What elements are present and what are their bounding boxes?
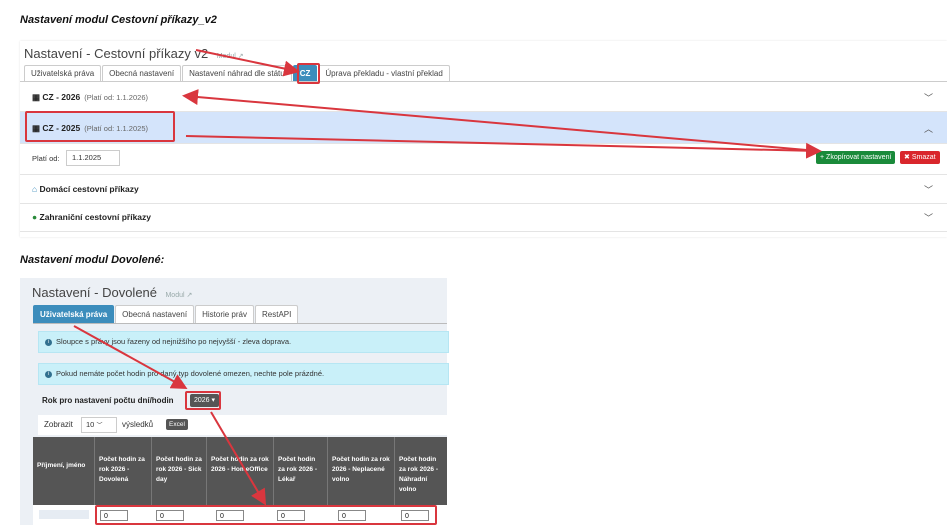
arrow-tab-to-year bbox=[73, 325, 188, 389]
arrow-title-to-cz-tab bbox=[195, 49, 300, 77]
arrow-year-to-inputs bbox=[210, 411, 267, 506]
annotation-arrows bbox=[73, 49, 822, 506]
